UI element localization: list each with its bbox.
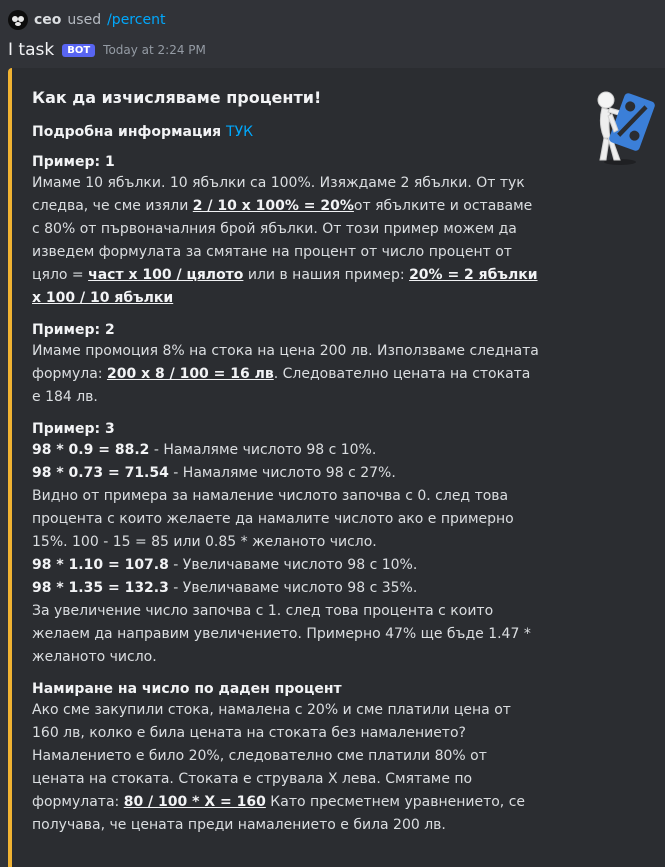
bot-badge: BOT [62, 43, 96, 57]
example-3-row-4-formula: 98 * 1.35 = 132.3 [32, 580, 169, 596]
example-3-paragraph-2: За увеличение число започва с 1. след то… [32, 603, 531, 665]
info-link[interactable]: ТУК [226, 124, 253, 140]
example-3-row-2: 98 * 0.73 = 71.54 - Намаляме числото 98 … [32, 462, 542, 485]
slash-command-link[interactable]: /percent [107, 12, 165, 28]
example-3-row-1-text: - Намаляме числото 98 с 10%. [149, 442, 377, 458]
example-3-row-3-text: - Увеличаваме числото 98 с 10%. [168, 557, 418, 573]
example-3-row-1: 98 * 0.9 = 88.2 - Намаляме числото 98 с … [32, 439, 542, 462]
message-timestamp[interactable]: Today at 2:24 PM [103, 43, 206, 57]
example-3-title: Пример: 3 [32, 421, 115, 437]
example-3-row-3-formula: 98 * 1.10 = 107.8 [32, 557, 169, 573]
example-1-title: Пример: 1 [32, 154, 115, 170]
example-3-row-2-formula: 98 * 0.73 = 71.54 [32, 465, 169, 481]
info-label: Подробна информация [32, 124, 222, 140]
example-1-field: Пример: 1 Имаме 10 ябълки. 10 ябълки са … [32, 152, 542, 310]
message-embed: Как да изчисляваме проценти! Подробна ин… [8, 68, 665, 867]
info-field: Подробна информация ТУК [32, 122, 542, 142]
example-1-value: Имаме 10 ябълки. 10 ябълки са 100%. Изяж… [32, 172, 542, 310]
info-field-name: Подробна информация ТУК [32, 122, 542, 142]
example-4-formula: 80 / 100 * X = 160 [123, 794, 266, 810]
example-3-row-3: 98 * 1.10 = 107.8 - Увеличаваме числото … [32, 554, 542, 577]
example-3-field: Пример: 3 98 * 0.9 = 88.2 - Намаляме чис… [32, 419, 542, 669]
reply-avatar[interactable] [8, 10, 28, 30]
example-2-value: Имаме промоция 8% на стока на цена 200 л… [32, 340, 542, 409]
example-1-text-3: или в нашия пример: [243, 267, 410, 283]
example-3-row-2-text: - Намаляме числото 98 с 27%. [168, 465, 396, 481]
embed-body: Как да изчисляваме проценти! Подробна ин… [32, 88, 542, 847]
reply-username[interactable]: ceo [34, 12, 61, 28]
example-1-formula-2: част x 100 / цялото [88, 267, 244, 283]
reply-verb: used [67, 12, 102, 28]
author-name[interactable]: I task [8, 40, 54, 60]
example-4-field: Намиране на число по даден процент Ако с… [32, 679, 542, 837]
example-2-title: Пример: 2 [32, 322, 115, 338]
example-3-value: 98 * 0.9 = 88.2 - Намаляме числото 98 с … [32, 439, 542, 669]
example-3-row-4-text: - Увеличаваме числото 98 с 35%. [168, 580, 418, 596]
message-header: I task BOT Today at 2:24 PM [8, 38, 206, 62]
example-2-field: Пример: 2 Имаме промоция 8% на стока на … [32, 320, 542, 409]
example-3-row-4: 98 * 1.35 = 132.3 - Увеличаваме числото … [32, 577, 542, 600]
percent-man-icon[interactable] [580, 86, 660, 166]
example-4-title: Намиране на число по даден процент [32, 681, 342, 697]
example-3-row-1-formula: 98 * 0.9 = 88.2 [32, 442, 150, 458]
example-4-value: Ако сме закупили стока, намалена с 20% и… [32, 699, 542, 837]
example-2-formula: 200 x 8 / 100 = 16 лв [106, 366, 274, 382]
example-3-paragraph-1: Видно от примера за намаление числото за… [32, 488, 514, 550]
reply-context[interactable]: ceo used /percent [8, 8, 165, 32]
embed-title: Как да изчисляваме проценти! [32, 88, 322, 107]
example-1-formula-1: 2 / 10 x 100% = 20% [192, 198, 354, 214]
